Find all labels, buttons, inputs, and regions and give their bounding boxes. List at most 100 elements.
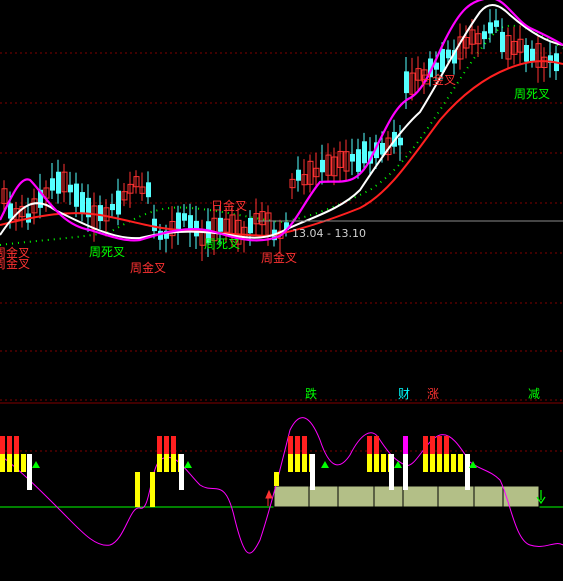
indicator-bar-red	[171, 436, 176, 454]
indicator-box	[337, 485, 375, 508]
indicator-bar-yellow	[381, 454, 386, 472]
indicator-bar-yellow	[21, 454, 26, 472]
candle-body	[530, 48, 535, 62]
indicator-bar-yellow	[7, 454, 12, 472]
candle-body	[8, 203, 13, 219]
candle-body	[320, 159, 325, 173]
candle-body	[356, 149, 361, 172]
indicator-bar-red	[157, 436, 162, 454]
signal-label: 涨	[427, 386, 439, 401]
indicator-bar-yellow	[288, 454, 293, 472]
indicator-bar-yellow	[171, 454, 176, 472]
indicator-bar-yellow	[157, 454, 162, 472]
candlesticks	[1, 8, 559, 261]
indicator-bar-white	[27, 454, 32, 490]
indicator-bar-yellow	[444, 454, 449, 472]
indicator-arrow-up	[184, 461, 192, 468]
candle-body	[296, 169, 301, 181]
annotation-label: 日金叉	[211, 198, 247, 213]
indicator-bar-yellow	[367, 454, 372, 472]
indicator-bar-red	[0, 436, 5, 454]
candle-body	[488, 22, 493, 34]
indicator-bar-red	[164, 436, 169, 454]
indicator-bar-yellow	[0, 454, 5, 472]
annotation-label: 周金叉	[0, 256, 30, 271]
indicator-bar-yellow	[295, 454, 300, 472]
candle-body	[440, 49, 445, 73]
annotation-label: 周金叉	[261, 250, 297, 265]
chart-annotations: 周金叉周金叉周死叉周金叉日金叉周死叉周金叉日金叉周死叉	[0, 72, 550, 275]
candle-body	[404, 71, 409, 94]
indicator-line	[0, 417, 563, 554]
indicator-panel: 跌财涨减	[0, 386, 563, 554]
candle-body	[110, 203, 115, 211]
annotation-label: 周死叉	[514, 87, 550, 101]
candle-body	[446, 49, 451, 59]
indicator-arrow-up	[321, 461, 329, 468]
candle-body	[56, 171, 61, 194]
stock-chart: 周金叉周金叉周死叉周金叉日金叉周死叉周金叉日金叉周死叉 13.04 - 13.1…	[0, 0, 563, 554]
indicator-bar-red	[437, 436, 442, 454]
indicator-bar-yellow	[135, 472, 140, 507]
indicator-bar-red	[423, 436, 428, 454]
indicator-box	[402, 485, 439, 508]
indicator-bar-red	[7, 436, 12, 454]
candle-body	[74, 183, 79, 207]
indicator-bar-yellow	[14, 454, 19, 472]
indicator-bar-red	[14, 436, 19, 454]
signal-label: 减	[528, 387, 540, 401]
indicator-bar-yellow	[374, 454, 379, 472]
indicator-bar-yellow	[302, 454, 307, 472]
chart-stage: 周金叉周金叉周死叉周金叉日金叉周死叉周金叉日金叉周死叉 13.04 - 13.1…	[0, 0, 563, 581]
candle-body	[68, 184, 73, 193]
candle-body	[182, 213, 187, 221]
candle-body	[362, 141, 367, 164]
candle-body	[494, 20, 499, 27]
indicator-box	[473, 485, 504, 508]
indicator-arrow-up	[394, 461, 402, 468]
indicator-bar-yellow	[164, 454, 169, 472]
indicator-bar-yellow	[274, 472, 279, 486]
candle-body	[482, 31, 487, 40]
range-label: 13.04 - 13.10	[292, 227, 366, 240]
candle-body	[524, 44, 529, 62]
signal-label: 财	[398, 387, 410, 401]
indicator-bar-red	[444, 436, 449, 454]
indicator-bar-red	[302, 436, 307, 454]
indicator-bar-white	[465, 454, 470, 490]
candle-body	[50, 178, 55, 191]
indicator-bar-magenta	[403, 436, 408, 454]
indicator-bar-yellow	[451, 454, 456, 472]
indicator-bar-red	[295, 436, 300, 454]
candle-body	[218, 217, 223, 232]
indicator-bar-yellow	[430, 454, 435, 472]
indicator-bar-white	[403, 454, 408, 490]
annotation-label: 周死叉	[89, 245, 125, 259]
indicator-bar-red	[288, 436, 293, 454]
candle-body	[98, 205, 103, 222]
indicator-bar-yellow	[437, 454, 442, 472]
signal-label: 跌	[305, 386, 317, 401]
indicator-bar-red	[367, 436, 372, 454]
indicator-bar-yellow	[150, 472, 155, 507]
indicator-bar-white	[310, 454, 315, 490]
grid-lines	[0, 52, 563, 508]
candle-body	[398, 137, 403, 146]
candle-body	[350, 153, 355, 162]
candle-body	[80, 192, 85, 214]
candle-body	[500, 31, 505, 53]
indicator-bar-yellow	[423, 454, 428, 472]
candle-body	[248, 217, 253, 234]
annotation-label: 周金叉	[130, 260, 166, 275]
indicator-bar-white	[179, 454, 184, 490]
indicator-bar-red	[430, 436, 435, 454]
candle-body	[116, 190, 121, 215]
candle-body	[176, 212, 181, 231]
candle-body	[146, 182, 151, 198]
annotation-label: 日金叉	[420, 72, 456, 87]
indicator-box	[373, 485, 404, 508]
indicator-bar-yellow	[458, 454, 463, 472]
indicator-box	[273, 485, 310, 508]
candle-body	[152, 218, 157, 232]
indicator-arrow-up	[32, 461, 40, 468]
